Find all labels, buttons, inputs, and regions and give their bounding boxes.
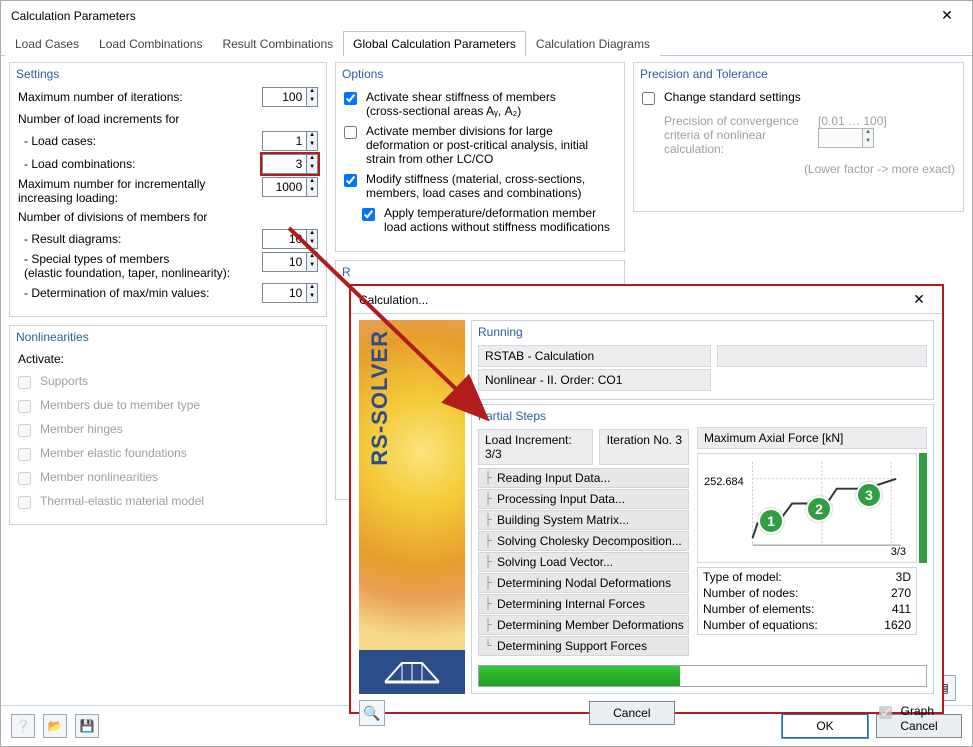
tab-load-combinations[interactable]: Load Combinations	[89, 31, 212, 56]
activate-label: Activate:	[18, 352, 318, 366]
options-group: Options Activate shear stiffness of memb…	[335, 62, 625, 252]
special-types-input[interactable]: ▲▼	[262, 252, 318, 272]
options-r-header: R	[342, 265, 616, 279]
precision-group: Precision and Tolerance Change standard …	[633, 62, 964, 212]
load-combinations-label: - Load combinations:	[18, 157, 258, 171]
partial-steps-header: Partial Steps	[478, 409, 927, 423]
step-item: ├Determining Internal Forces	[478, 594, 689, 614]
load-cases-label: - Load cases:	[18, 134, 258, 148]
dialog-content: Settings Maximum number of iterations: ▲…	[1, 56, 972, 705]
badge-3: 3	[856, 482, 882, 508]
dialog-title: Calculation Parameters	[11, 9, 932, 23]
dialog-titlebar: Calculation Parameters ✕	[1, 1, 972, 30]
badge-1: 1	[758, 508, 784, 534]
precision-header: Precision and Tolerance	[640, 67, 955, 81]
badge-2: 2	[806, 496, 832, 522]
chk-modify-stiffness[interactable]: Modify stiffness (material, cross-sectio…	[344, 172, 616, 200]
divisions-header: Number of divisions of members for	[18, 210, 318, 224]
calc-title: Calculation...	[359, 293, 904, 307]
load-cases-input[interactable]: ▲▼	[262, 131, 318, 151]
load-increment-label: Load Increment: 3/3	[478, 429, 593, 465]
tabstrip: Load Cases Load Combinations Result Comb…	[1, 30, 972, 56]
graph-title: Maximum Axial Force [kN]	[697, 427, 927, 449]
settings-group: Settings Maximum number of iterations: ▲…	[9, 62, 327, 317]
step-item: ├Determining Member Deformations	[478, 615, 689, 635]
incr-loading-label: Maximum number for incrementally increas…	[18, 177, 258, 205]
special-types-label: - Special types of members (elastic foun…	[18, 252, 258, 280]
chk-member-nonlinearities: Member nonlinearities	[18, 470, 158, 488]
close-icon[interactable]: ✕	[932, 7, 962, 24]
partial-steps-section: Partial Steps Load Increment: 3/3 Iterat…	[471, 404, 934, 694]
chk-elastic-foundations: Member elastic foundations	[18, 446, 187, 464]
maxmin-input[interactable]: ▲▼	[262, 283, 318, 303]
magnifier-icon[interactable]: 🔍	[359, 700, 385, 726]
step-item: └Determining Support Forces	[478, 636, 689, 656]
chart-indicator	[919, 453, 927, 563]
load-increments-header: Number of load increments for	[18, 112, 318, 126]
precision-range: [0.01 … 100]	[818, 114, 887, 128]
stats-elements-value: 411	[892, 602, 911, 616]
step-item: ├Determining Nodal Deformations	[478, 573, 689, 593]
calculation-parameters-dialog: Calculation Parameters ✕ Load Cases Load…	[0, 0, 973, 747]
precision-hint: (Lower factor -> more exact)	[642, 162, 955, 176]
solver-image: RS-SOLVER	[359, 320, 465, 694]
calculation-progress-dialog: Calculation... ✕ RS-SOLVER Running	[349, 284, 944, 714]
chk-change-standard-settings[interactable]: Change standard settings	[642, 90, 801, 108]
step-item: ├Solving Load Vector...	[478, 552, 689, 572]
load-combinations-input[interactable]: ▲▼	[262, 154, 318, 174]
chk-member-hinges: Member hinges	[18, 422, 123, 440]
running-empty	[717, 345, 927, 367]
tab-calculation-diagrams[interactable]: Calculation Diagrams	[526, 31, 660, 56]
save-icon[interactable]: 💾	[75, 714, 99, 738]
stats-elements-label: Number of elements:	[703, 602, 814, 616]
chk-supports: Supports	[18, 374, 88, 392]
nonlinearities-group: Nonlinearities Activate: Supports Member…	[9, 325, 327, 525]
step-item: ├Processing Input Data...	[478, 489, 689, 509]
stats-model-label: Type of model:	[703, 570, 782, 584]
tab-result-combinations[interactable]: Result Combinations	[212, 31, 343, 56]
running-section: Running RSTAB - Calculation Nonlinear - …	[471, 320, 934, 400]
calc-cancel-button[interactable]: Cancel	[589, 701, 675, 725]
max-iterations-input[interactable]: ▲▼	[262, 87, 318, 107]
graph-checkbox[interactable]: Graph	[879, 704, 934, 722]
incr-loading-input[interactable]: ▲▼	[262, 177, 318, 197]
step-item: ├Solving Cholesky Decomposition...	[478, 531, 689, 551]
chk-member-divisions-large-def[interactable]: Activate member divisions for large defo…	[344, 124, 616, 166]
stats-nodes-label: Number of nodes:	[703, 586, 798, 600]
mini-chart: 252.684 3/3	[697, 453, 917, 563]
open-icon[interactable]: 📂	[43, 714, 67, 738]
running-line-2: Nonlinear - II. Order: CO1	[478, 369, 711, 391]
solver-text: RS-SOLVER	[367, 330, 393, 466]
stats-equations-label: Number of equations:	[703, 618, 818, 632]
settings-header: Settings	[16, 67, 318, 81]
running-header: Running	[478, 325, 927, 339]
nonlinearities-header: Nonlinearities	[16, 330, 318, 344]
progress-bar	[478, 665, 927, 687]
iteration-number: Iteration No. 3	[599, 429, 689, 465]
calc-titlebar: Calculation... ✕	[351, 286, 942, 313]
result-diagrams-label: - Result diagrams:	[18, 232, 258, 246]
maxmin-label: - Determination of max/min values:	[18, 286, 258, 300]
chk-apply-temperature[interactable]: Apply temperature/deformation member loa…	[362, 206, 616, 234]
stats-nodes-value: 270	[891, 586, 911, 600]
step-item: ├Building System Matrix...	[478, 510, 689, 530]
tab-load-cases[interactable]: Load Cases	[5, 31, 89, 56]
chk-thermal-elastic: Thermal-elastic material model	[18, 494, 204, 512]
running-line-1: RSTAB - Calculation	[478, 345, 711, 367]
stats-model-value: 3D	[896, 570, 911, 584]
help-icon[interactable]: ❔	[11, 714, 35, 738]
chk-shear-stiffness[interactable]: Activate shear stiffness of members(cros…	[344, 90, 556, 118]
result-diagrams-input[interactable]: ▲▼	[262, 229, 318, 249]
chk-members-type: Members due to member type	[18, 398, 200, 416]
max-iterations-label: Maximum number of iterations:	[18, 90, 258, 104]
stats-equations-value: 1620	[884, 618, 911, 632]
calc-close-icon[interactable]: ✕	[904, 291, 934, 308]
options-header: Options	[342, 67, 616, 81]
step-item: ├Reading Input Data...	[478, 468, 689, 488]
solver-logo-icon	[359, 650, 465, 694]
precision-conv-label: Precision of convergence criteria of non…	[664, 114, 814, 156]
precision-value-input: ▲▼	[818, 128, 874, 148]
stats-card: Type of model: 3D Number of nodes: 270 Num…	[697, 567, 917, 635]
tab-global-calc-params[interactable]: Global Calculation Parameters	[343, 31, 526, 56]
